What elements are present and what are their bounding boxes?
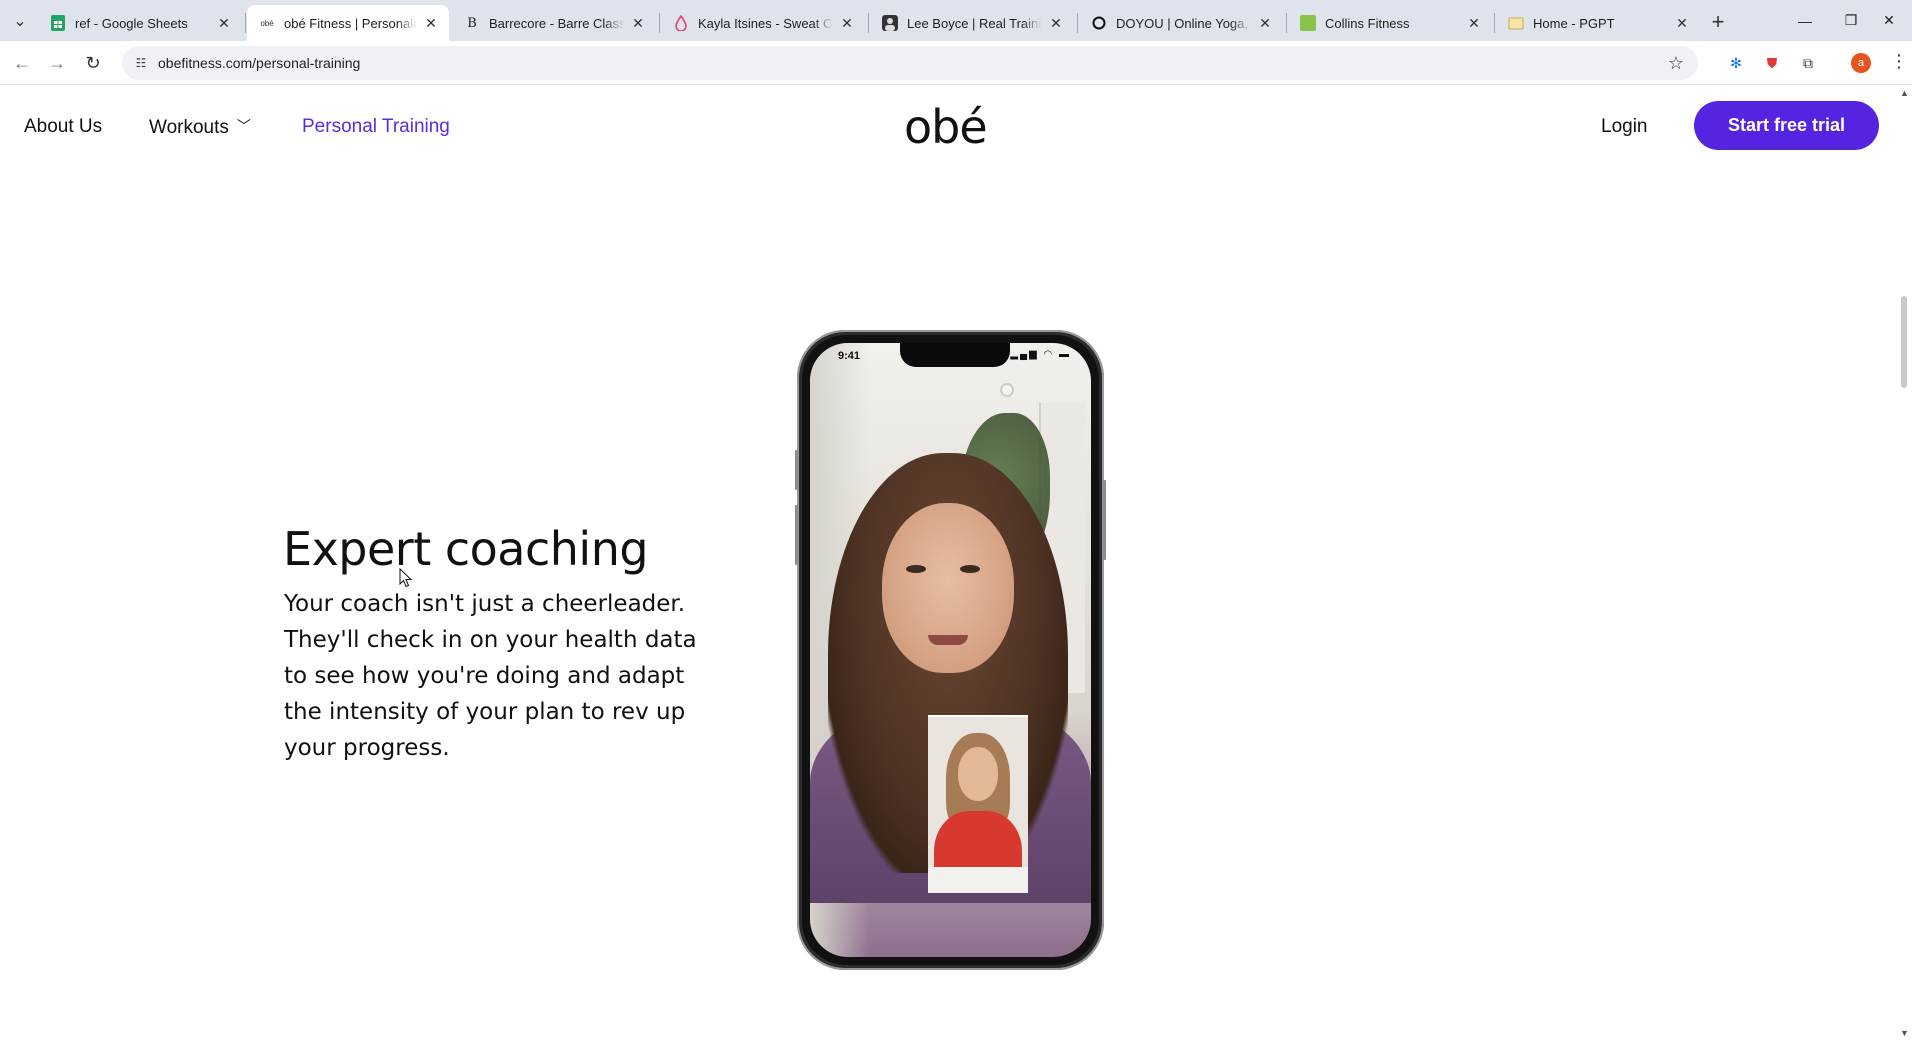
- start-free-trial-button[interactable]: Start free trial: [1694, 101, 1879, 150]
- coach-eye: [906, 565, 926, 573]
- extension-translate-icon[interactable]: ✻: [1726, 53, 1746, 73]
- coach-face: [882, 503, 1014, 673]
- close-tab-icon[interactable]: ✕: [216, 15, 232, 31]
- obe-logo[interactable]: obé: [904, 100, 988, 154]
- tab-separator: [659, 13, 660, 33]
- client-face: [958, 747, 998, 801]
- close-window-icon[interactable]: ✕: [1866, 0, 1912, 41]
- close-tab-icon[interactable]: ✕: [1466, 15, 1482, 31]
- close-tab-icon[interactable]: ✕: [1674, 15, 1690, 31]
- tab-separator: [868, 13, 869, 33]
- tab-strip: ⌄ ref - Google Sheets ✕ obé obé Fitness …: [0, 0, 1912, 41]
- status-bar-icons: ▂▄▆ ◠ ▬: [1010, 349, 1071, 360]
- back-arrow-icon[interactable]: ←: [9, 50, 35, 76]
- sweat-icon: [673, 15, 689, 31]
- close-tab-icon[interactable]: ✕: [1048, 15, 1064, 31]
- tab-ref-google-sheets[interactable]: ref - Google Sheets ✕: [38, 5, 242, 41]
- nav-personal-training[interactable]: Personal Training: [302, 116, 450, 138]
- extension-shield-icon[interactable]: ⛊: [1762, 53, 1782, 73]
- phone-side-button: [1103, 480, 1106, 560]
- reload-icon[interactable]: ↻: [80, 50, 106, 76]
- coach-mouth: [928, 635, 968, 645]
- status-bar-time: 9:41: [838, 350, 861, 362]
- tab-separator: [1494, 13, 1495, 33]
- nav-about-us[interactable]: About Us: [24, 116, 102, 138]
- tab-title: Kayla Itsines - Sweat Co-F: [698, 15, 833, 31]
- tab-title: obé Fitness | Personalized: [284, 15, 417, 31]
- forward-arrow-icon[interactable]: →: [44, 50, 70, 76]
- tab-barrecore[interactable]: B Barrecore - Barre Classes ✕: [452, 5, 656, 41]
- tab-title: ref - Google Sheets: [75, 15, 188, 31]
- phone-mockup: 9:41 ▂▄▆ ◠ ▬: [795, 330, 1106, 970]
- site-info-icon[interactable]: ☷: [132, 54, 150, 72]
- mouse-pointer-icon: [399, 568, 413, 588]
- phone-side-button: [795, 450, 798, 490]
- nav-workouts-label: Workouts: [149, 117, 229, 138]
- new-tab-plus-icon[interactable]: +: [1704, 8, 1732, 36]
- phone-notch: [900, 343, 1010, 367]
- section-title: Expert coaching: [283, 522, 649, 576]
- address-bar[interactable]: ☷ obefitness.com/personal-training ☆: [122, 46, 1698, 80]
- close-tab-icon[interactable]: ✕: [423, 15, 439, 31]
- minimize-icon[interactable]: —: [1782, 0, 1828, 41]
- profile-avatar[interactable]: a: [1851, 53, 1871, 73]
- wall-clock: [1000, 383, 1014, 397]
- scroll-up-arrow-icon[interactable]: ▲: [1900, 88, 1909, 98]
- tab-home-pgpt[interactable]: Home - PGPT ✕: [1496, 5, 1700, 41]
- tab-separator: [245, 13, 246, 33]
- tab-title: Collins Fitness: [1325, 15, 1410, 31]
- browser-menu-icon[interactable]: ⋮: [1890, 51, 1908, 72]
- close-tab-icon[interactable]: ✕: [630, 15, 646, 31]
- tab-lee-boyce[interactable]: Lee Boyce | Real Training. ✕: [870, 5, 1074, 41]
- video-call-screen: 9:41 ▂▄▆ ◠ ▬: [810, 343, 1091, 957]
- tab-title: Lee Boyce | Real Training.: [907, 15, 1042, 31]
- tab-search-chevron-icon[interactable]: ⌄: [8, 9, 32, 33]
- coach-eye: [960, 565, 980, 573]
- site-header: About Us Workouts ﹀ Personal Training obé…: [0, 86, 1896, 166]
- url-text: obefitness.com/personal-training: [158, 55, 361, 71]
- close-tab-icon[interactable]: ✕: [1257, 15, 1273, 31]
- client-laptop: [928, 867, 1028, 893]
- tab-title: DOYOU | Online Yoga, Fit: [1116, 15, 1251, 31]
- tab-collins-fitness[interactable]: Collins Fitness ✕: [1288, 5, 1492, 41]
- picture-in-picture-video: [928, 715, 1028, 893]
- webpage: About Us Workouts ﹀ Personal Training obé…: [0, 86, 1896, 1040]
- browser-toolbar: ← → ↻ ☷ obefitness.com/personal-training…: [0, 41, 1912, 85]
- section-description: Your coach isn't just a cheerleader. The…: [284, 591, 697, 761]
- bookmark-star-icon[interactable]: ☆: [1668, 53, 1684, 74]
- tab-doyou[interactable]: DOYOU | Online Yoga, Fit ✕: [1079, 5, 1283, 41]
- tab-title: Home - PGPT: [1533, 15, 1615, 31]
- tab-separator: [1077, 13, 1078, 33]
- leeboyce-icon: [882, 15, 898, 31]
- tab-title: Barrecore - Barre Classes: [489, 15, 624, 31]
- sheets-icon: [50, 15, 66, 31]
- phone-bezel: 9:41 ▂▄▆ ◠ ▬: [802, 335, 1099, 965]
- login-link[interactable]: Login: [1601, 116, 1648, 138]
- chevron-down-icon: ﹀: [236, 118, 251, 134]
- page-scrollbar[interactable]: ▲ ▼: [1896, 86, 1912, 1040]
- obe-icon: obé: [260, 18, 274, 28]
- scroll-down-arrow-icon[interactable]: ▼: [1900, 1028, 1909, 1038]
- phone-side-button: [795, 505, 798, 565]
- pgpt-icon: [1508, 15, 1524, 31]
- barrecore-icon: B: [467, 15, 477, 31]
- doyou-icon: [1091, 15, 1107, 31]
- close-tab-icon[interactable]: ✕: [839, 15, 855, 31]
- scrollbar-thumb[interactable]: [1901, 296, 1907, 388]
- collins-icon: [1300, 15, 1316, 31]
- tab-separator: [1286, 13, 1287, 33]
- extensions-puzzle-icon[interactable]: ⧉: [1798, 53, 1818, 73]
- nav-workouts[interactable]: Workouts ﹀: [149, 116, 251, 139]
- tab-obe-fitness[interactable]: obé obé Fitness | Personalized ✕: [247, 5, 449, 41]
- tab-kayla-itsines[interactable]: Kayla Itsines - Sweat Co-F ✕: [661, 5, 865, 41]
